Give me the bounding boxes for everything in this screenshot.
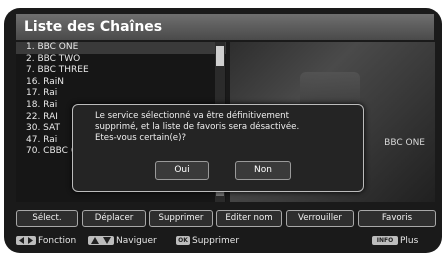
channel-list-item[interactable]: 2. BBC TWO [16, 54, 226, 66]
info-key-icon: INFO [372, 236, 398, 245]
lock-button[interactable]: Verrouiller [286, 210, 354, 227]
preview-channel-label: BBC ONE [384, 138, 425, 148]
help-navigate: Naviguer [88, 234, 157, 248]
no-button[interactable]: Non [235, 161, 291, 180]
dialog-message-line: Le service sélectionné va être définitiv… [95, 111, 289, 121]
up-down-keys-icon [88, 236, 114, 245]
delete-button[interactable]: Supprimer [149, 210, 213, 227]
help-more: INFO Plus [372, 234, 418, 248]
yes-button[interactable]: Oui [155, 161, 209, 180]
confirm-delete-dialog: Le service sélectionné va être définitiv… [72, 104, 364, 192]
scrollbar-thumb[interactable] [216, 46, 224, 66]
channel-list-item[interactable]: 1. BBC ONE [16, 42, 226, 54]
dialog-message: Le service sélectionné va être définitiv… [95, 111, 355, 144]
help-delete: OK Supprimer [176, 234, 239, 248]
page-title: Liste des Chaînes [16, 14, 434, 40]
help-more-label: Plus [400, 236, 419, 246]
help-function: Fonction [16, 234, 76, 248]
dialog-message-line: Etes-vous certain(e)? [95, 133, 187, 143]
function-button-bar: Sélect. Déplacer Supprimer Editer nom Ve… [16, 210, 436, 227]
left-right-keys-icon [16, 236, 36, 245]
key-help-bar: Fonction Naviguer OK Supprimer INFO Plus [16, 234, 436, 248]
ok-key-icon: OK [176, 236, 190, 245]
help-function-label: Fonction [38, 236, 77, 246]
channel-list-item[interactable]: 16. RaiN [16, 77, 226, 89]
select-button[interactable]: Sélect. [16, 210, 78, 227]
help-delete-label: Supprimer [192, 236, 240, 246]
edit-name-button[interactable]: Editer nom [216, 210, 282, 227]
channel-list-item[interactable]: 17. Rai [16, 88, 226, 100]
favorites-button[interactable]: Favoris [358, 210, 436, 227]
channel-list-screen: Liste des Chaînes 1. BBC ONE 2. BBC TWO … [4, 8, 442, 253]
help-navigate-label: Naviguer [116, 236, 157, 246]
move-button[interactable]: Déplacer [82, 210, 146, 227]
channel-list-item[interactable]: 7. BBC THREE [16, 65, 226, 77]
dialog-message-line: supprimé, et la liste de favoris sera dé… [95, 122, 300, 132]
